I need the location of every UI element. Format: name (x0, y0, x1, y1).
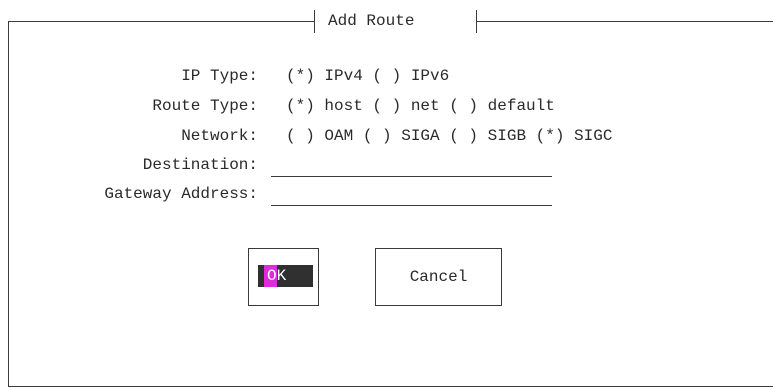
cancel-button-label: Cancel (409, 268, 468, 286)
title-divider (476, 10, 477, 33)
destination-label: Destination: (142, 156, 258, 174)
route-type-label: Route Type: (152, 97, 258, 115)
cancel-button[interactable]: Cancel (375, 248, 502, 306)
dialog-border-top (8, 21, 314, 22)
gateway-address-label: Gateway Address: (104, 185, 258, 203)
ip-type-label: IP Type: (181, 67, 258, 85)
network-label: Network: (181, 127, 258, 145)
gateway-address-field[interactable] (271, 205, 552, 206)
ok-button-label: OK (267, 267, 287, 285)
network-radio-group[interactable]: ( ) OAM ( ) SIGA ( ) SIGB (*) SIGC (286, 126, 612, 146)
dialog-border-top (476, 21, 773, 22)
route-type-radio-group[interactable]: (*) host ( ) net ( ) default (286, 96, 555, 116)
dialog-border-bottom (8, 386, 773, 387)
ok-button[interactable]: OK (248, 248, 319, 306)
ok-button-focus: OK (258, 265, 313, 287)
destination-field[interactable] (271, 176, 552, 177)
ip-type-radio-group[interactable]: (*) IPv4 ( ) IPv6 (286, 66, 449, 86)
title-divider (314, 10, 315, 33)
dialog-title: Add Route (328, 12, 415, 30)
